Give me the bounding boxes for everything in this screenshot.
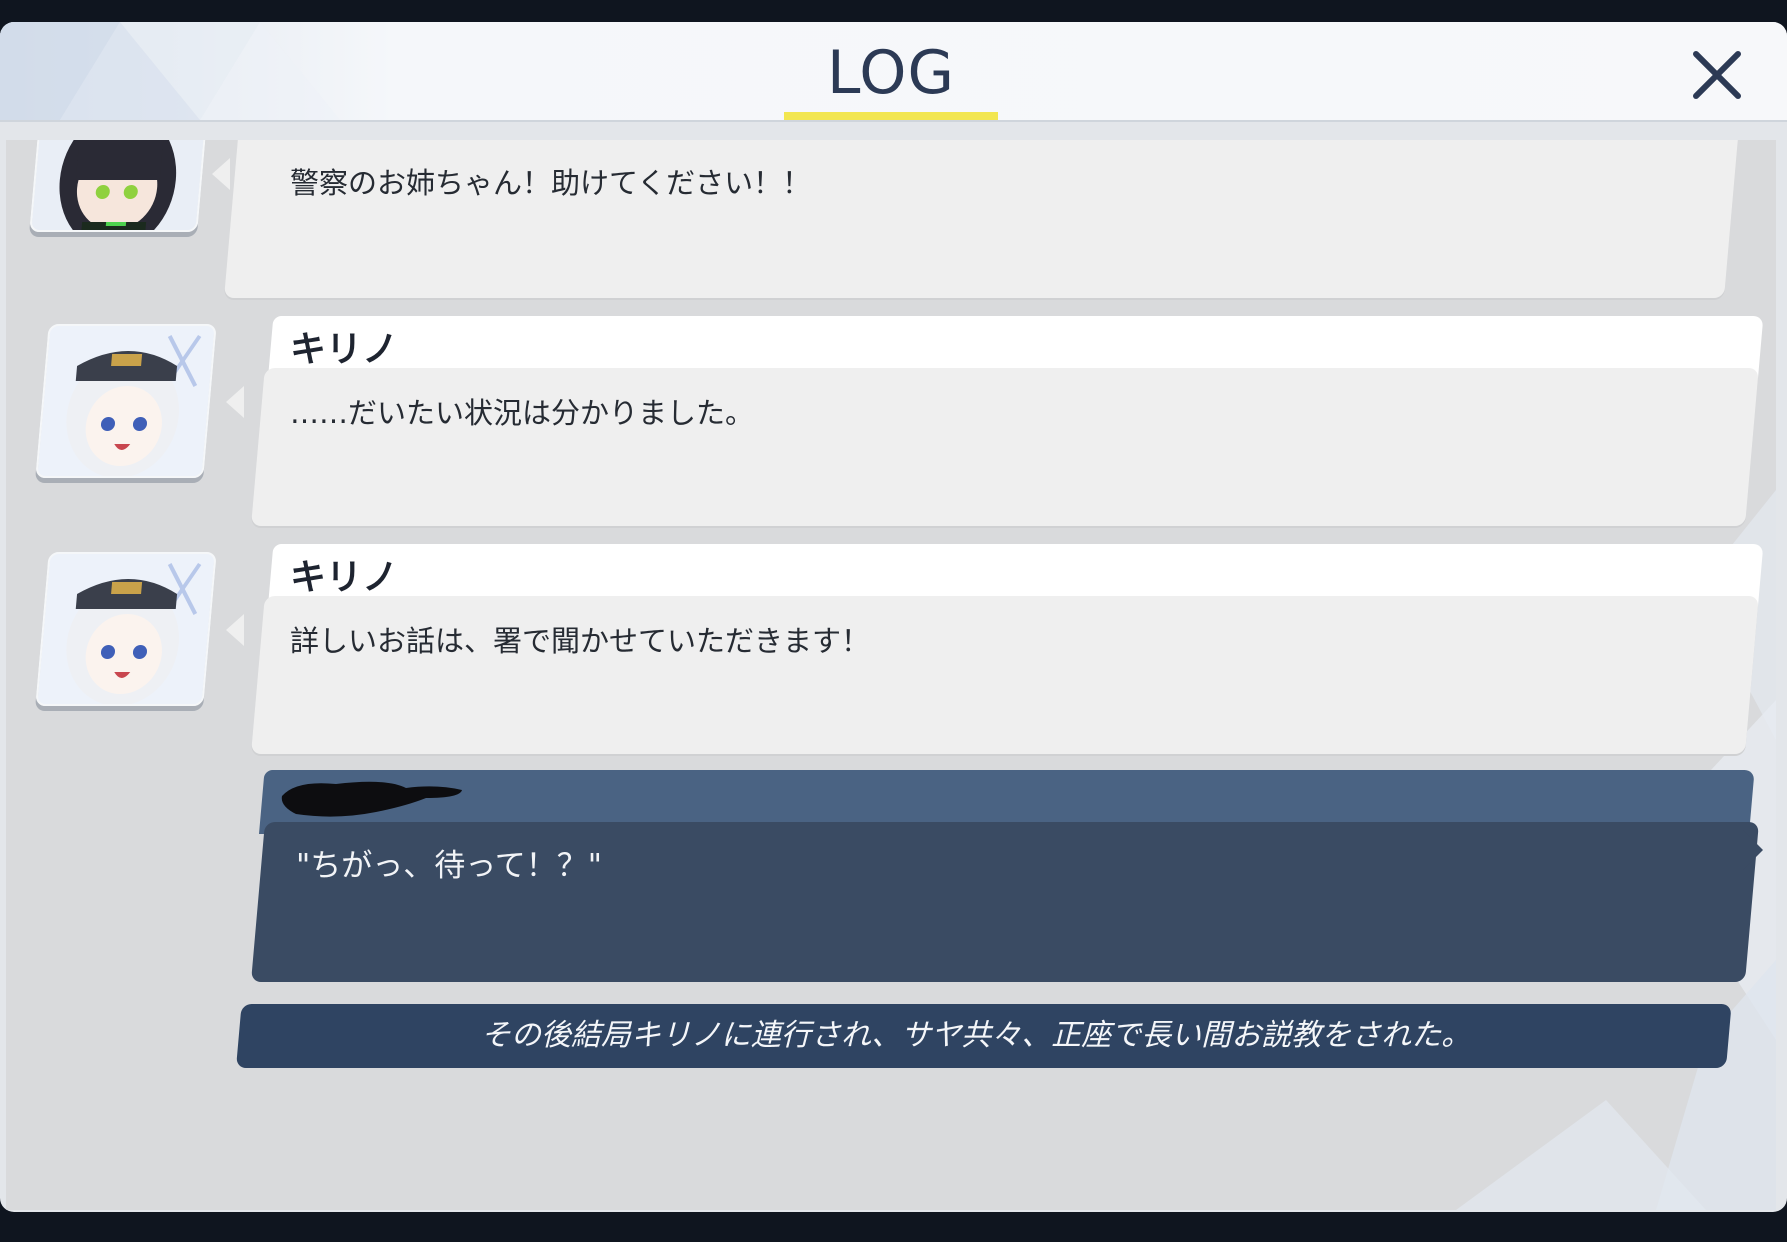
log-list[interactable]: 警察のお姉ちゃん！助けてください！！ キリノ ……だいたい状況は分かりました。 …	[6, 140, 1776, 1210]
player-message-text: "ちがっ、待って！？"	[296, 848, 602, 884]
avatar-entry-3	[35, 552, 217, 706]
player-bubble-pointer	[1743, 830, 1763, 870]
close-icon	[1693, 51, 1741, 99]
speaker-name-3: キリノ	[290, 557, 399, 598]
bubble-pointer-2	[226, 386, 244, 418]
avatar-entry-1	[29, 140, 211, 232]
speaker-name-2: キリノ	[290, 329, 399, 370]
narration-text: その後結局キリノに連行され、サヤ共々、正座で長い間お説教をされた。	[480, 1018, 1472, 1053]
message-text-3: 詳しいお話は、署で聞かせていただきます！	[290, 624, 871, 658]
avatar-entry-2	[35, 324, 217, 478]
kirino-icon	[37, 326, 215, 476]
title-underline	[784, 112, 998, 120]
message-text-2: ……だいたい状況は分かりました。	[290, 396, 755, 430]
redacted-name-mark	[281, 781, 462, 817]
bubble-pointer-3	[226, 614, 244, 646]
kirino-icon	[37, 554, 215, 704]
log-header: LOG	[0, 22, 1787, 122]
log-window: LOG 警察のお姉ちゃん！助けてください！！ キリノ ……だいたい状況は分かりま…	[0, 22, 1787, 1212]
bubble-pointer-1	[212, 158, 230, 190]
message-text-1: 警察のお姉ちゃん！助けてください！！	[290, 166, 812, 200]
dark-haired-girl-icon	[31, 140, 209, 230]
page-title: LOG	[826, 38, 955, 108]
header-decoration	[0, 22, 340, 120]
screen-background: LOG 警察のお姉ちゃん！助けてください！！ キリノ ……だいたい状況は分かりま…	[0, 0, 1787, 1242]
close-button[interactable]	[1684, 42, 1750, 108]
